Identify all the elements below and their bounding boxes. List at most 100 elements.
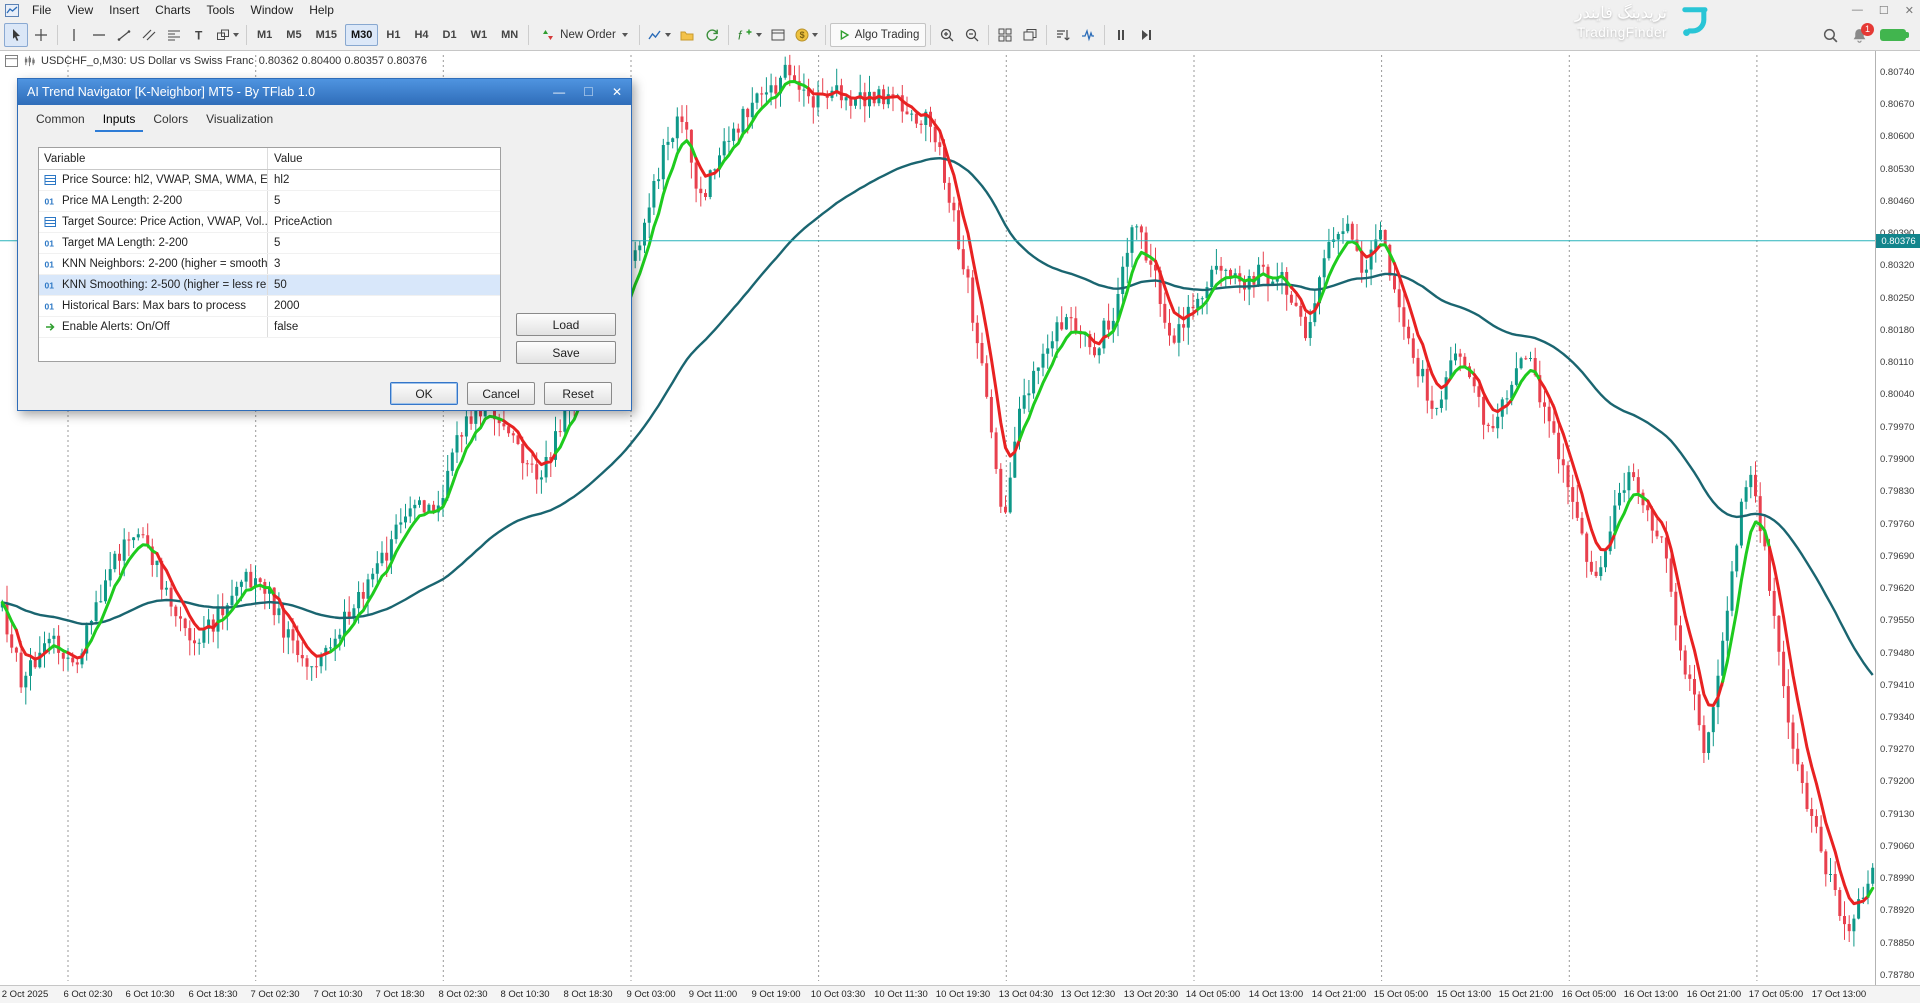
window-maximize-button[interactable]: ☐ <box>1879 4 1889 17</box>
param-value[interactable]: 3 <box>268 254 500 274</box>
param-value[interactable]: PriceAction <box>268 212 500 232</box>
zoom-in-button[interactable] <box>935 23 959 47</box>
param-value[interactable]: 50 <box>268 275 500 295</box>
param-row-4[interactable]: 01Target MA Length: 2-2005 <box>39 233 500 254</box>
price-axis-label: 0.80250 <box>1880 293 1914 304</box>
vertical-line-button[interactable] <box>62 23 86 47</box>
svg-text:01: 01 <box>45 260 55 270</box>
reset-button[interactable]: Reset <box>544 382 612 405</box>
svg-text:01: 01 <box>45 302 55 312</box>
dialog-tab-visualization[interactable]: Visualization <box>198 109 281 132</box>
tile-windows-button[interactable] <box>993 23 1017 47</box>
timeframe-button-mn[interactable]: MN <box>495 24 524 46</box>
param-value[interactable]: false <box>268 317 500 337</box>
symbol-title: USDCHF_o,M30: US Dollar vs Swiss Franc <box>41 55 254 67</box>
svg-text:T: T <box>195 29 203 43</box>
save-button[interactable]: Save <box>516 341 616 364</box>
param-row-8[interactable]: Enable Alerts: On/Offfalse <box>39 317 500 338</box>
param-value[interactable]: 5 <box>268 191 500 211</box>
templates-button[interactable] <box>675 23 699 47</box>
timeframe-button-m30[interactable]: M30 <box>345 24 378 46</box>
refresh-button[interactable] <box>700 23 724 47</box>
time-axis-label: 14 Oct 05:00 <box>1186 989 1240 1000</box>
menu-item-help[interactable]: Help <box>301 1 342 19</box>
menu-item-charts[interactable]: Charts <box>147 1 198 19</box>
folder-icon <box>679 27 695 43</box>
param-row-5[interactable]: 01KNN Neighbors: 2-200 (higher = smooth.… <box>39 254 500 275</box>
horizontal-line-button[interactable] <box>87 23 111 47</box>
timeframe-button-h4[interactable]: H4 <box>408 24 434 46</box>
chart-window-button[interactable] <box>766 23 790 47</box>
new-order-button[interactable]: New Order <box>533 23 635 47</box>
pause-button[interactable] <box>1109 23 1133 47</box>
timeframe-button-m5[interactable]: M5 <box>280 24 307 46</box>
price-axis-label: 0.79410 <box>1880 680 1914 691</box>
param-row-2[interactable]: 01Price MA Length: 2-2005 <box>39 191 500 212</box>
timeframe-button-w1[interactable]: W1 <box>465 24 494 46</box>
param-value[interactable]: 5 <box>268 233 500 253</box>
quotes-button[interactable]: $ <box>791 23 821 47</box>
load-button[interactable]: Load <box>516 313 616 336</box>
param-value[interactable]: hl2 <box>268 170 500 190</box>
dialog-tab-inputs[interactable]: Inputs <box>95 109 144 132</box>
ok-button[interactable]: OK <box>390 382 458 405</box>
equidistant-channel-button[interactable] <box>137 23 161 47</box>
dialog-tab-common[interactable]: Common <box>28 109 93 132</box>
price-axis[interactable]: 0.807400.806700.806000.805300.804600.803… <box>1875 51 1920 985</box>
time-axis-label: 8 Oct 02:30 <box>438 989 487 1000</box>
trendline-button[interactable] <box>112 23 136 47</box>
text-button[interactable]: T <box>187 23 211 47</box>
search-button[interactable] <box>1822 27 1839 44</box>
param-value[interactable]: 2000 <box>268 296 500 316</box>
dialog-tab-colors[interactable]: Colors <box>145 109 196 132</box>
dialog-title-bar[interactable]: AI Trend Navigator [K-Neighbor] MT5 - By… <box>18 79 631 105</box>
price-axis-label: 0.79340 <box>1880 712 1914 723</box>
zoom-out-icon <box>964 27 980 43</box>
window-close-button[interactable]: ✕ <box>1905 4 1914 17</box>
time-axis-label: 6 Oct 10:30 <box>125 989 174 1000</box>
shapes-button[interactable] <box>212 23 242 47</box>
market-watch-button[interactable] <box>1076 23 1100 47</box>
zoom-out-button[interactable] <box>960 23 984 47</box>
timeframe-button-m15[interactable]: M15 <box>310 24 343 46</box>
param-row-7[interactable]: 01Historical Bars: Max bars to process20… <box>39 296 500 317</box>
crosshair-button[interactable] <box>29 23 53 47</box>
algo-trading-button[interactable]: Algo Trading <box>830 23 927 47</box>
timeframe-button-d1[interactable]: D1 <box>437 24 463 46</box>
dialog-close-button[interactable]: ✕ <box>612 85 622 99</box>
cancel-button[interactable]: Cancel <box>467 382 535 405</box>
indicator-settings-dialog: AI Trend Navigator [K-Neighbor] MT5 - By… <box>17 78 632 411</box>
param-row-1[interactable]: Price Source: hl2, VWAP, SMA, WMA, E...h… <box>39 170 500 191</box>
param-row-6[interactable]: 01KNN Smoothing: 2-500 (higher = less re… <box>39 275 500 296</box>
fibonacci-button[interactable] <box>162 23 186 47</box>
chevron-down-icon <box>756 33 762 37</box>
dollar-coin-icon: $ <box>794 27 810 43</box>
cascade-windows-button[interactable] <box>1018 23 1042 47</box>
menu-item-view[interactable]: View <box>59 1 101 19</box>
menu-item-tools[interactable]: Tools <box>199 1 243 19</box>
sort-button[interactable] <box>1051 23 1075 47</box>
chart-type-button[interactable] <box>644 23 674 47</box>
notifications-button[interactable]: 1 <box>1851 27 1868 44</box>
price-axis-label: 0.80600 <box>1880 131 1914 142</box>
menu-item-window[interactable]: Window <box>243 1 302 19</box>
dialog-minimize-button[interactable]: — <box>553 85 565 99</box>
toolbar-separator <box>930 25 931 45</box>
new-order-label: New Order <box>560 29 616 41</box>
indicators-button[interactable]: f <box>733 23 765 47</box>
time-axis[interactable]: 2 Oct 20256 Oct 02:306 Oct 10:306 Oct 18… <box>0 985 1920 1003</box>
dialog-maximize-button[interactable]: ☐ <box>583 85 594 99</box>
price-axis-label: 0.79830 <box>1880 486 1914 497</box>
time-axis-label: 17 Oct 05:00 <box>1749 989 1803 1000</box>
step-forward-button[interactable] <box>1134 23 1158 47</box>
toolbar-separator <box>825 25 826 45</box>
window-minimize-button[interactable]: — <box>1852 4 1863 16</box>
time-axis-label: 15 Oct 05:00 <box>1374 989 1428 1000</box>
cursor-button[interactable] <box>4 23 28 47</box>
timeframe-button-h1[interactable]: H1 <box>380 24 406 46</box>
timeframe-button-m1[interactable]: M1 <box>251 24 278 46</box>
param-row-3[interactable]: Target Source: Price Action, VWAP, Vol..… <box>39 212 500 233</box>
menu-item-file[interactable]: File <box>24 1 59 19</box>
menu-item-insert[interactable]: Insert <box>101 1 147 19</box>
chart-header: USDCHF_o,M30: US Dollar vs Swiss Franc 0… <box>5 55 427 67</box>
